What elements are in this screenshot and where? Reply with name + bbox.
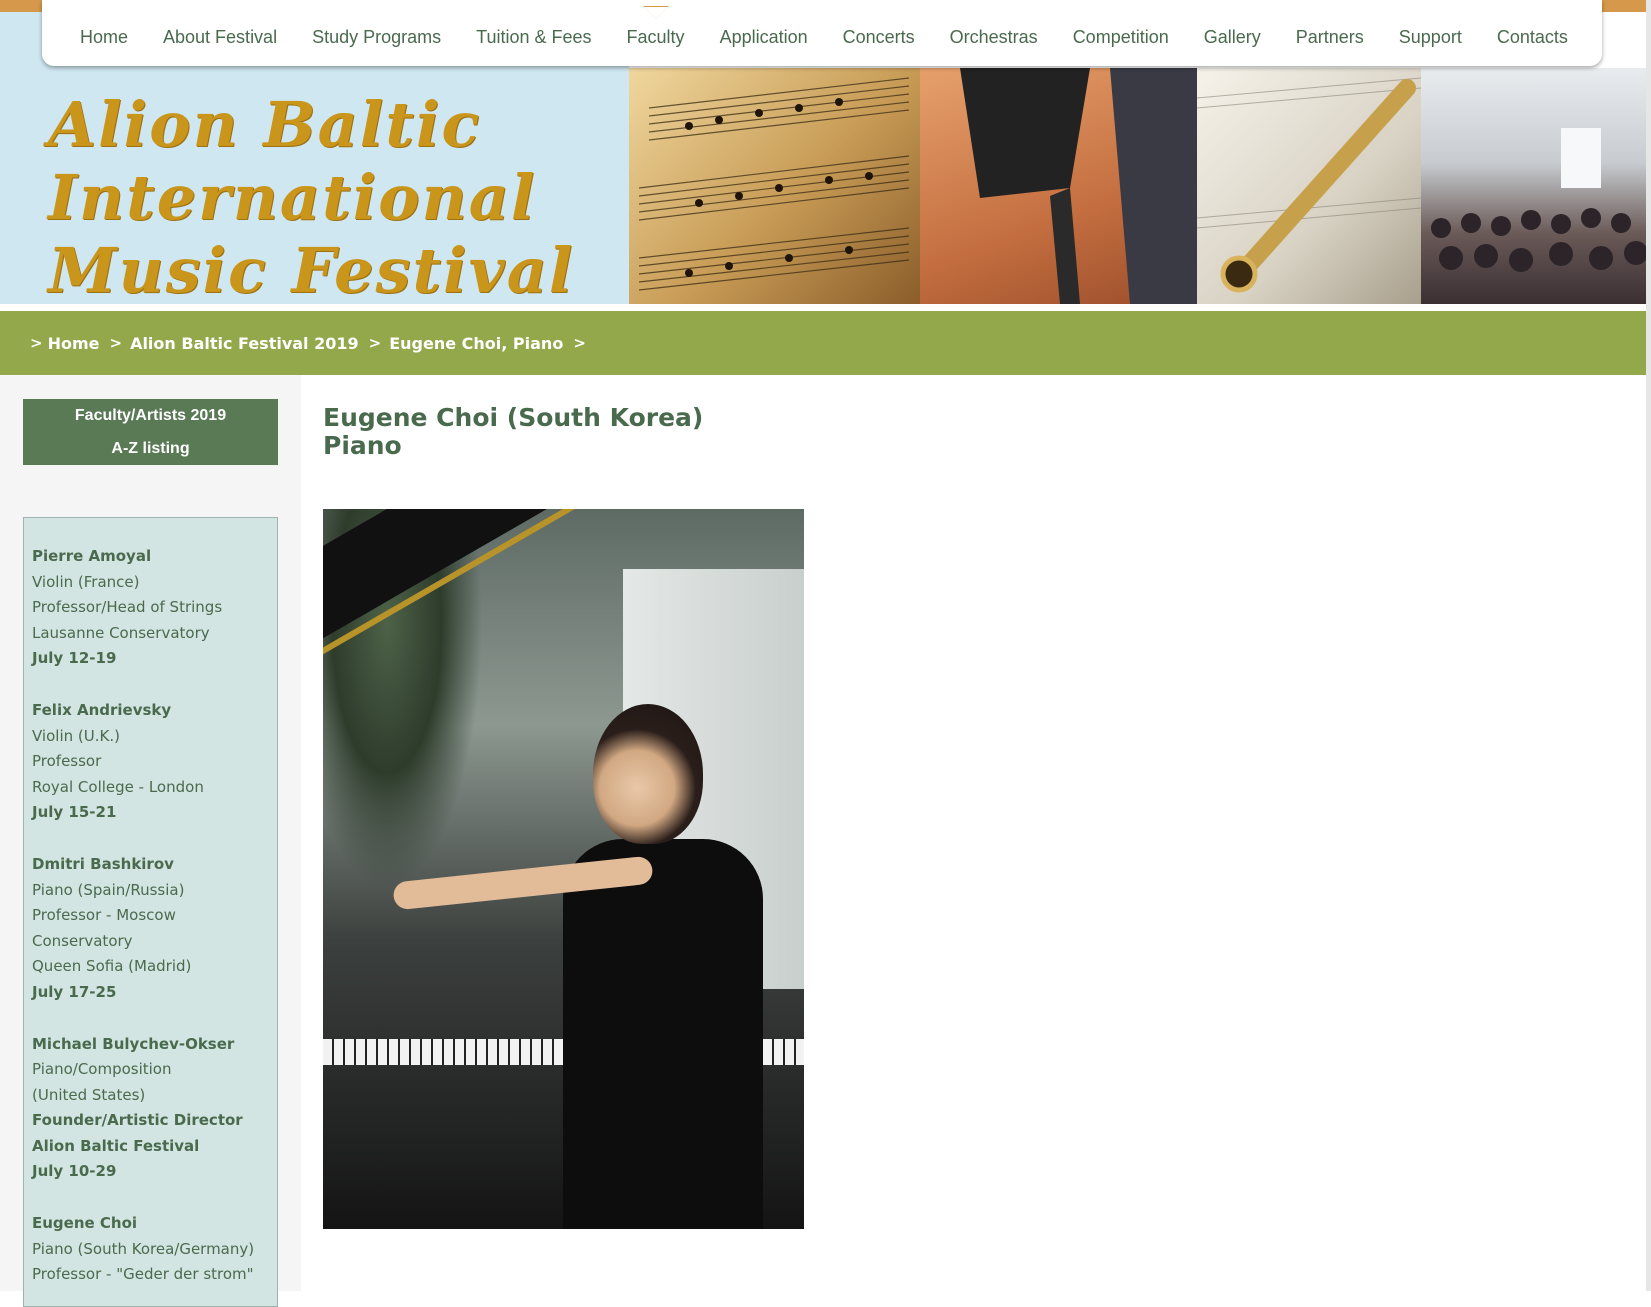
- faculty-name[interactable]: Pierre Amoyal: [32, 544, 277, 570]
- main-navigation: Home About Festival Study Programs Tuition …: [42, 0, 1602, 66]
- nav-label: Faculty: [626, 26, 685, 47]
- faculty-list: Pierre Amoyal Violin (France) Professor/He…: [23, 517, 278, 1307]
- az-listing-label: A-Z listing: [111, 440, 190, 457]
- faculty-detail: July 17-25: [32, 982, 117, 1001]
- faculty-detail: Professor/Head of Strings: [32, 598, 223, 617]
- faculty-detail: Violin (U.K.): [32, 726, 120, 745]
- faculty-detail: Queen Sofia (Madrid): [32, 957, 192, 976]
- nav-contacts[interactable]: Contacts: [1497, 27, 1568, 48]
- faculty-entry[interactable]: Eugene Choi Piano (South Korea/Germany) Pr…: [32, 1211, 277, 1288]
- nav-faculty[interactable]: Faculty: [626, 5, 685, 48]
- nav-home[interactable]: Home: [80, 27, 128, 48]
- faculty-detail: Professor: [32, 752, 102, 771]
- faculty-detail: Lausanne Conservatory: [32, 623, 210, 642]
- piano-keys-photo: [920, 68, 1197, 304]
- nav-gallery[interactable]: Gallery: [1204, 27, 1261, 48]
- nav-partners[interactable]: Partners: [1296, 27, 1364, 48]
- faculty-detail: Royal College - London: [32, 777, 204, 796]
- flute-photo: [1197, 68, 1421, 304]
- faculty-name[interactable]: Felix Andrievsky: [32, 698, 277, 724]
- breadcrumb-item[interactable]: Home: [48, 334, 100, 353]
- faculty-detail: Piano/Composition: [32, 1060, 172, 1079]
- festival-logo[interactable]: Alion Baltic International Music Festiva…: [48, 88, 574, 307]
- concert-hall-photo: [1421, 68, 1651, 304]
- nav-support[interactable]: Support: [1399, 27, 1462, 48]
- nav-competition[interactable]: Competition: [1073, 27, 1169, 48]
- faculty-entry[interactable]: Michael Bulychev-Okser Piano/Composition (…: [32, 1032, 277, 1186]
- artist-instrument: Piano: [323, 431, 402, 460]
- faculty-entry[interactable]: Dmitri Bashkirov Piano (Spain/Russia) Prof…: [32, 852, 277, 1006]
- breadcrumb-separator-icon: >: [109, 334, 123, 352]
- faculty-detail: July 15-21: [32, 803, 117, 822]
- artist-name-country: Eugene Choi (South Korea): [323, 403, 704, 432]
- sheet-music-photo: [629, 68, 920, 304]
- logo-line-1: Alion Baltic: [48, 88, 482, 161]
- breadcrumb-item[interactable]: Alion Baltic Festival 2019: [130, 334, 359, 353]
- faculty-listing-header[interactable]: Faculty/Artists 2019 A-Z listing: [23, 399, 278, 465]
- faculty-name[interactable]: Eugene Choi: [32, 1211, 277, 1237]
- breadcrumb-separator-icon: >: [368, 334, 382, 352]
- active-caret-fill: [643, 6, 668, 19]
- pianist-head: [593, 704, 703, 844]
- artist-portrait: [323, 509, 804, 1229]
- nav-concerts[interactable]: Concerts: [843, 27, 915, 48]
- page-title: Eugene Choi (South Korea) Piano: [323, 404, 703, 460]
- breadcrumb: > Home > Alion Baltic Festival 2019 > Eugene …: [0, 311, 1651, 375]
- nav-study-programs[interactable]: Study Programs: [312, 27, 441, 48]
- faculty-detail: Founder/Artistic Director: [32, 1111, 243, 1130]
- logo-line-2: International: [48, 161, 537, 234]
- breadcrumb-separator-icon: >: [30, 334, 43, 352]
- faculty-detail: July 10-29: [32, 1162, 117, 1181]
- nav-application[interactable]: Application: [720, 27, 808, 48]
- faculty-detail: Conservatory: [32, 931, 133, 950]
- faculty-name[interactable]: Dmitri Bashkirov: [32, 852, 277, 878]
- faculty-detail: Piano (South Korea/Germany): [32, 1239, 255, 1258]
- page-edge: [1646, 0, 1651, 1291]
- nav-tuition-fees[interactable]: Tuition & Fees: [476, 27, 591, 48]
- faculty-detail: July 12-19: [32, 649, 117, 668]
- faculty-entry[interactable]: Pierre Amoyal Violin (France) Professor/He…: [32, 544, 277, 672]
- faculty-detail: Piano (Spain/Russia): [32, 880, 185, 899]
- breadcrumb-separator-icon: >: [573, 334, 586, 352]
- pianist-figure: [563, 839, 763, 1229]
- faculty-detail: (United States): [32, 1085, 146, 1104]
- faculty-heading: Faculty/Artists 2019: [74, 407, 227, 424]
- nav-orchestras[interactable]: Orchestras: [950, 27, 1038, 48]
- faculty-detail: Violin (France): [32, 572, 140, 591]
- faculty-detail: Alion Baltic Festival: [32, 1136, 200, 1155]
- faculty-entry[interactable]: Felix Andrievsky Violin (U.K.) Professor Ro…: [32, 698, 277, 826]
- breadcrumb-item[interactable]: Eugene Choi, Piano: [389, 334, 563, 353]
- logo-line-3: Music Festival: [48, 234, 575, 307]
- faculty-name[interactable]: Michael Bulychev-Okser: [32, 1032, 277, 1058]
- banner-photo-strip: [629, 68, 1651, 304]
- faculty-detail: Professor - Moscow: [32, 906, 176, 925]
- nav-about-festival[interactable]: About Festival: [163, 27, 277, 48]
- faculty-detail: Professor - "Geder der strom": [32, 1265, 254, 1284]
